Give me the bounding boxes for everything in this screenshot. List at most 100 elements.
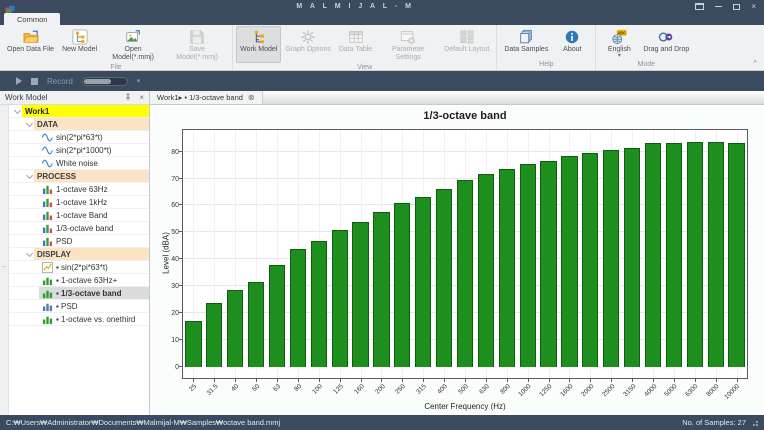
ribbon-button-open-model-mmj[interactable]: Open Model(*.mmj) [101,26,165,63]
bars-green-icon [42,288,53,299]
document-area: Work1▸ ▪ 1/3-octave band ⊗ 1/3-octave ba… [150,91,764,415]
bar [478,174,494,367]
tab-common[interactable]: Common [4,13,60,25]
data-samples-icon [518,28,534,46]
document-tab[interactable]: Work1▸ ▪ 1/3-octave band ⊗ [150,91,263,104]
chevron-down-icon[interactable] [13,107,22,116]
ribbon-button-data-samples[interactable]: Data Samples [500,26,552,60]
bar [373,212,389,367]
x-tick-label: 160 [353,383,366,396]
about-icon [564,28,580,46]
ribbon-group-file: Open Data FileNew ModelOpen Model(*.mmj)… [0,25,232,70]
y-tick-mark [179,285,183,286]
chevron-down-icon[interactable] [25,120,34,129]
x-tick-mark [381,378,382,382]
x-tick-label: 250 [395,383,408,396]
tree-item-1-octave-vs-onethird: ▪ 1-octave vs. onethird [9,313,149,326]
chevron-down-icon[interactable] [25,250,34,259]
minimize-button[interactable] [715,6,722,7]
x-tick-mark [716,378,717,382]
data-table-icon [348,28,364,46]
bars-green-icon [42,275,53,286]
bar [352,222,368,368]
ribbon-collapse-button[interactable]: ^ [753,60,757,68]
bar [582,153,598,367]
x-tick-label: 500 [457,383,470,396]
bar [227,290,243,367]
resize-grip[interactable] [752,420,758,426]
bar [436,189,452,367]
tree-item-label: 1/3-octave band [56,224,113,233]
bars-multi-icon [42,236,53,247]
bars-blue-icon [42,301,53,312]
save-model-icon [189,28,205,46]
x-tick-mark [486,378,487,382]
work-model-panel: Work Model × → Work1DATAsin(2*pi*63*t)si… [0,91,150,415]
ribbon-group-label: Help [500,60,592,70]
x-tick-mark [402,378,403,382]
chevron-down-icon[interactable] [25,172,34,181]
bar [311,241,327,368]
svg-text:ABC: ABC [618,30,627,35]
y-tick-mark [179,258,183,259]
tree-item-label: ▪ PSD [56,302,78,311]
ribbon-button-about[interactable]: About [552,26,592,60]
bar [206,303,222,368]
panel-title: Work Model [5,93,117,102]
ribbon-button-work-model[interactable]: Work Model [236,26,281,63]
bar [332,230,348,367]
x-tick-mark [737,378,738,382]
x-tick-mark [632,378,633,382]
ribbon-button-drag-and-drop[interactable]: Drag and Drop [639,26,693,60]
sine-icon [42,158,53,169]
tree-section-process: PROCESS [9,170,149,183]
ribbon-button-new-model[interactable]: New Model [58,26,101,63]
ribbon-button-save-model-mmj: Save Model(*.mmj) [165,26,229,63]
english-icon: ABC [611,28,627,46]
x-tick-label: 3150 [622,383,637,398]
ribbon-button-graph-options: Graph Options [281,26,335,63]
x-tick-mark [444,378,445,382]
chevron-down-icon: ▾ [608,54,631,59]
x-tick-label: 125 [332,383,345,396]
play-button[interactable] [16,77,22,85]
record-toggle-knob [84,79,111,84]
x-tick-mark [507,378,508,382]
ribbon-group-mode: ABCEnglish▾Drag and DropMode [595,25,696,70]
record-toggle[interactable] [82,77,128,86]
x-tick-mark [695,378,696,382]
ribbon-button-open-data-file[interactable]: Open Data File [3,26,58,63]
record-dropdown-caret-icon[interactable]: ▾ [137,77,141,85]
pin-icon[interactable] [124,93,132,103]
ribbon-button-english[interactable]: ABCEnglish▾ [599,26,639,60]
bar [248,282,264,367]
tree-item-label: 1-octave 63Hz [56,185,108,194]
tree-item-label: ▪ 1-octave vs. onethird [56,315,135,324]
tab-close-icon[interactable]: ⊗ [248,93,255,102]
titlebar: M A L M I J A L - M × [0,0,764,13]
parameter-settings-icon [400,28,416,46]
bars-green-icon [42,314,53,325]
default-layout-icon [459,28,475,46]
window-title: M A L M I J A L - M [15,3,695,10]
bar [290,249,306,368]
ribbon: Open Data FileNew ModelOpen Model(*.mmj)… [0,25,764,71]
panel-close-icon[interactable]: × [139,94,144,102]
open-data-file-icon [23,28,39,46]
open-model-icon [125,28,141,46]
stop-button[interactable] [31,78,38,85]
bars-multi-icon [42,223,53,234]
maximize-button[interactable] [733,4,740,10]
x-tick-mark [340,378,341,382]
y-tick-label: 10 [160,337,179,344]
x-tick-mark [319,378,320,382]
main-area: Work Model × → Work1DATAsin(2*pi*63*t)si… [0,91,764,415]
window-style-button[interactable] [695,3,704,10]
tree-item-label: ▪ 1-octave 63Hz+ [56,276,117,285]
gutter-arrow-icon[interactable]: → [0,263,7,270]
x-tick-label: 400 [436,383,449,396]
x-tick-label: 100 [311,383,324,396]
tree-item-psd: ▪ PSD [9,300,149,313]
close-button[interactable]: × [751,3,756,11]
chart-area: 1/3-octave band Level (dBA) 010203040506… [150,105,764,415]
